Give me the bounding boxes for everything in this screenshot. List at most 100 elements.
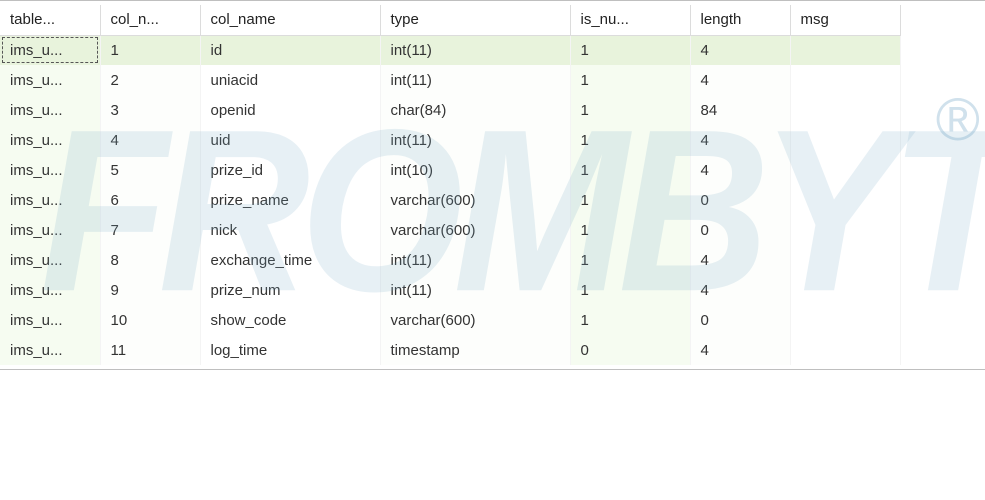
cell-is_nu[interactable]: 1 bbox=[570, 125, 690, 155]
data-table[interactable]: table...col_n...col_nametypeis_nu...leng… bbox=[0, 5, 901, 365]
cell-is_nu[interactable]: 1 bbox=[570, 275, 690, 305]
cell-col_name[interactable]: log_time bbox=[200, 335, 380, 365]
cell-table_name[interactable]: ims_u... bbox=[0, 35, 100, 65]
table-row[interactable]: ims_u...4uidint(11)14 bbox=[0, 125, 900, 155]
cell-table_name[interactable]: ims_u... bbox=[0, 95, 100, 125]
cell-is_nu[interactable]: 1 bbox=[570, 95, 690, 125]
table-row[interactable]: ims_u...8exchange_timeint(11)14 bbox=[0, 245, 900, 275]
cell-col_n[interactable]: 1 bbox=[100, 35, 200, 65]
column-header-type[interactable]: type bbox=[380, 5, 570, 35]
cell-is_nu[interactable]: 1 bbox=[570, 215, 690, 245]
cell-msg[interactable] bbox=[790, 185, 900, 215]
cell-length[interactable]: 4 bbox=[690, 335, 790, 365]
cell-col_name[interactable]: openid bbox=[200, 95, 380, 125]
cell-type[interactable]: char(84) bbox=[380, 95, 570, 125]
cell-table_name[interactable]: ims_u... bbox=[0, 335, 100, 365]
cell-length[interactable]: 4 bbox=[690, 275, 790, 305]
cell-length[interactable]: 4 bbox=[690, 35, 790, 65]
cell-table_name[interactable]: ims_u... bbox=[0, 125, 100, 155]
cell-col_n[interactable]: 6 bbox=[100, 185, 200, 215]
cell-msg[interactable] bbox=[790, 275, 900, 305]
column-header-col_name[interactable]: col_name bbox=[200, 5, 380, 35]
cell-msg[interactable] bbox=[790, 335, 900, 365]
cell-length[interactable]: 4 bbox=[690, 245, 790, 275]
cell-col_name[interactable]: prize_name bbox=[200, 185, 380, 215]
cell-msg[interactable] bbox=[790, 245, 900, 275]
column-header-is_nu[interactable]: is_nu... bbox=[570, 5, 690, 35]
cell-type[interactable]: varchar(600) bbox=[380, 305, 570, 335]
cell-col_name[interactable]: exchange_time bbox=[200, 245, 380, 275]
cell-table_name[interactable]: ims_u... bbox=[0, 275, 100, 305]
cell-is_nu[interactable]: 1 bbox=[570, 65, 690, 95]
cell-type[interactable]: varchar(600) bbox=[380, 185, 570, 215]
cell-length[interactable]: 0 bbox=[690, 305, 790, 335]
cell-length[interactable]: 0 bbox=[690, 215, 790, 245]
cell-length[interactable]: 4 bbox=[690, 125, 790, 155]
cell-col_n[interactable]: 8 bbox=[100, 245, 200, 275]
cell-table_name[interactable]: ims_u... bbox=[0, 185, 100, 215]
cell-col_n[interactable]: 2 bbox=[100, 65, 200, 95]
cell-col_n[interactable]: 5 bbox=[100, 155, 200, 185]
cell-is_nu[interactable]: 1 bbox=[570, 245, 690, 275]
cell-col_n[interactable]: 3 bbox=[100, 95, 200, 125]
cell-type[interactable]: int(10) bbox=[380, 155, 570, 185]
cell-col_n[interactable]: 9 bbox=[100, 275, 200, 305]
cell-table_name[interactable]: ims_u... bbox=[0, 65, 100, 95]
table-container: table...col_n...col_nametypeis_nu...leng… bbox=[0, 5, 985, 365]
cell-msg[interactable] bbox=[790, 215, 900, 245]
cell-type[interactable]: int(11) bbox=[380, 245, 570, 275]
cell-msg[interactable] bbox=[790, 155, 900, 185]
cell-type[interactable]: int(11) bbox=[380, 35, 570, 65]
cell-length[interactable]: 4 bbox=[690, 65, 790, 95]
cell-col_name[interactable]: prize_num bbox=[200, 275, 380, 305]
cell-is_nu[interactable]: 1 bbox=[570, 35, 690, 65]
table-row[interactable]: ims_u...10show_codevarchar(600)10 bbox=[0, 305, 900, 335]
table-row[interactable]: ims_u...11log_timetimestamp04 bbox=[0, 335, 900, 365]
cell-table_name[interactable]: ims_u... bbox=[0, 215, 100, 245]
cell-table_name[interactable]: ims_u... bbox=[0, 305, 100, 335]
cell-msg[interactable] bbox=[790, 65, 900, 95]
cell-col_name[interactable]: prize_id bbox=[200, 155, 380, 185]
cell-length[interactable]: 84 bbox=[690, 95, 790, 125]
cell-msg[interactable] bbox=[790, 95, 900, 125]
cell-col_name[interactable]: uid bbox=[200, 125, 380, 155]
table-header: table...col_n...col_nametypeis_nu...leng… bbox=[0, 5, 900, 35]
table-frame: table...col_n...col_nametypeis_nu...leng… bbox=[0, 0, 985, 370]
cell-col_n[interactable]: 11 bbox=[100, 335, 200, 365]
column-header-length[interactable]: length bbox=[690, 5, 790, 35]
cell-type[interactable]: timestamp bbox=[380, 335, 570, 365]
cell-table_name[interactable]: ims_u... bbox=[0, 245, 100, 275]
cell-col_name[interactable]: show_code bbox=[200, 305, 380, 335]
cell-col_n[interactable]: 7 bbox=[100, 215, 200, 245]
cell-col_name[interactable]: nick bbox=[200, 215, 380, 245]
cell-type[interactable]: varchar(600) bbox=[380, 215, 570, 245]
cell-length[interactable]: 4 bbox=[690, 155, 790, 185]
table-body: ims_u...1idint(11)14ims_u...2uniacidint(… bbox=[0, 35, 900, 365]
cell-is_nu[interactable]: 0 bbox=[570, 335, 690, 365]
cell-type[interactable]: int(11) bbox=[380, 275, 570, 305]
column-header-msg[interactable]: msg bbox=[790, 5, 900, 35]
cell-col_name[interactable]: id bbox=[200, 35, 380, 65]
table-row[interactable]: ims_u...7nickvarchar(600)10 bbox=[0, 215, 900, 245]
cell-table_name[interactable]: ims_u... bbox=[0, 155, 100, 185]
cell-col_n[interactable]: 10 bbox=[100, 305, 200, 335]
cell-length[interactable]: 0 bbox=[690, 185, 790, 215]
table-row[interactable]: ims_u...3openidchar(84)184 bbox=[0, 95, 900, 125]
table-row[interactable]: ims_u...6prize_namevarchar(600)10 bbox=[0, 185, 900, 215]
table-row[interactable]: ims_u...2uniacidint(11)14 bbox=[0, 65, 900, 95]
table-row[interactable]: ims_u...1idint(11)14 bbox=[0, 35, 900, 65]
column-header-col_n[interactable]: col_n... bbox=[100, 5, 200, 35]
table-row[interactable]: ims_u...9prize_numint(11)14 bbox=[0, 275, 900, 305]
cell-col_name[interactable]: uniacid bbox=[200, 65, 380, 95]
cell-col_n[interactable]: 4 bbox=[100, 125, 200, 155]
cell-msg[interactable] bbox=[790, 35, 900, 65]
cell-msg[interactable] bbox=[790, 305, 900, 335]
table-row[interactable]: ims_u...5prize_idint(10)14 bbox=[0, 155, 900, 185]
cell-type[interactable]: int(11) bbox=[380, 65, 570, 95]
cell-msg[interactable] bbox=[790, 125, 900, 155]
column-header-table_name[interactable]: table... bbox=[0, 5, 100, 35]
cell-is_nu[interactable]: 1 bbox=[570, 155, 690, 185]
cell-is_nu[interactable]: 1 bbox=[570, 185, 690, 215]
cell-type[interactable]: int(11) bbox=[380, 125, 570, 155]
cell-is_nu[interactable]: 1 bbox=[570, 305, 690, 335]
